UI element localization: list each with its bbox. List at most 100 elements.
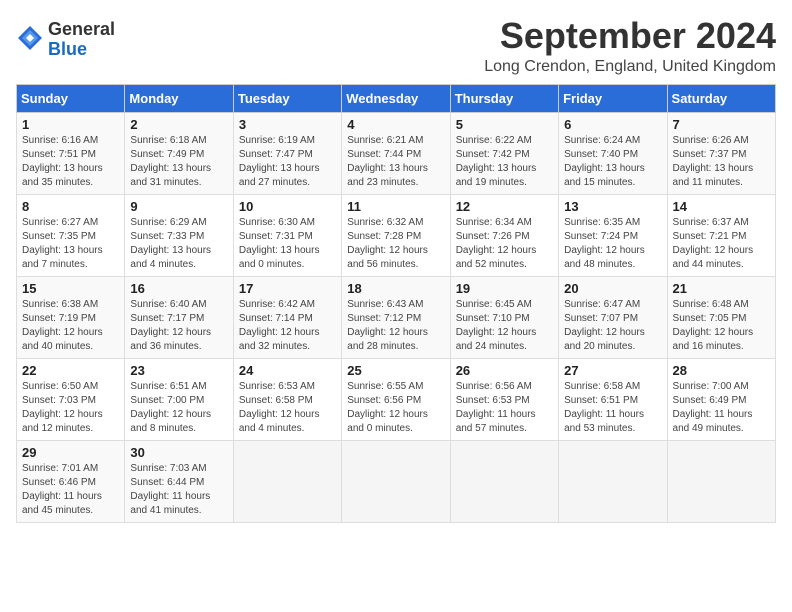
day-info: Sunrise: 6:55 AM Sunset: 6:56 PM Dayligh… bbox=[347, 380, 444, 436]
day-number: 3 bbox=[239, 117, 336, 132]
calendar-cell: 30 Sunrise: 7:03 AM Sunset: 6:44 PM Dayli… bbox=[125, 440, 233, 522]
day-number: 7 bbox=[673, 117, 770, 132]
calendar-cell: 13 Sunrise: 6:35 AM Sunset: 7:24 PM Dayli… bbox=[559, 194, 667, 276]
logo-text: General Blue bbox=[48, 20, 115, 60]
day-header-thursday: Thursday bbox=[450, 84, 558, 112]
calendar-cell: 1 Sunrise: 6:16 AM Sunset: 7:51 PM Daylig… bbox=[17, 112, 125, 194]
day-number: 8 bbox=[22, 199, 119, 214]
logo: General Blue bbox=[16, 20, 115, 60]
calendar-cell: 17Sunrise: 6:42 AM Sunset: 7:14 PM Dayli… bbox=[233, 276, 341, 358]
day-number: 25 bbox=[347, 363, 444, 378]
day-info: Sunrise: 6:30 AM Sunset: 7:31 PM Dayligh… bbox=[239, 216, 336, 272]
calendar-cell bbox=[342, 440, 450, 522]
day-info: Sunrise: 6:40 AM Sunset: 7:17 PM Dayligh… bbox=[130, 298, 227, 354]
location: Long Crendon, England, United Kingdom bbox=[484, 58, 776, 76]
day-header-friday: Friday bbox=[559, 84, 667, 112]
day-number: 29 bbox=[22, 445, 119, 460]
calendar-week-2: 15 Sunrise: 6:38 AM Sunset: 7:19 PM Dayli… bbox=[17, 276, 776, 358]
day-info: Sunrise: 6:29 AM Sunset: 7:33 PM Dayligh… bbox=[130, 216, 227, 272]
calendar-cell: 3 Sunrise: 6:19 AM Sunset: 7:47 PM Daylig… bbox=[233, 112, 341, 194]
day-number: 16 bbox=[130, 281, 227, 296]
calendar-header-row: SundayMondayTuesdayWednesdayThursdayFrid… bbox=[17, 84, 776, 112]
day-number: 11 bbox=[347, 199, 444, 214]
calendar-cell bbox=[559, 440, 667, 522]
day-info: Sunrise: 6:42 AM Sunset: 7:14 PM Dayligh… bbox=[239, 298, 336, 354]
calendar-cell: 14 Sunrise: 6:37 AM Sunset: 7:21 PM Dayli… bbox=[667, 194, 775, 276]
day-info: Sunrise: 6:56 AM Sunset: 6:53 PM Dayligh… bbox=[456, 380, 553, 436]
calendar-body: 1 Sunrise: 6:16 AM Sunset: 7:51 PM Daylig… bbox=[17, 112, 776, 522]
calendar-cell: 4 Sunrise: 6:21 AM Sunset: 7:44 PM Daylig… bbox=[342, 112, 450, 194]
day-info: Sunrise: 6:58 AM Sunset: 6:51 PM Dayligh… bbox=[564, 380, 661, 436]
day-info: Sunrise: 6:27 AM Sunset: 7:35 PM Dayligh… bbox=[22, 216, 119, 272]
calendar-table: SundayMondayTuesdayWednesdayThursdayFrid… bbox=[16, 84, 776, 523]
calendar-cell: 7Sunrise: 6:26 AM Sunset: 7:37 PM Daylig… bbox=[667, 112, 775, 194]
day-info: Sunrise: 6:53 AM Sunset: 6:58 PM Dayligh… bbox=[239, 380, 336, 436]
calendar-cell: 29Sunrise: 7:01 AM Sunset: 6:46 PM Dayli… bbox=[17, 440, 125, 522]
day-header-saturday: Saturday bbox=[667, 84, 775, 112]
day-number: 18 bbox=[347, 281, 444, 296]
calendar-week-1: 8 Sunrise: 6:27 AM Sunset: 7:35 PM Daylig… bbox=[17, 194, 776, 276]
calendar-cell bbox=[233, 440, 341, 522]
calendar-cell: 18Sunrise: 6:43 AM Sunset: 7:12 PM Dayli… bbox=[342, 276, 450, 358]
day-number: 12 bbox=[456, 199, 553, 214]
day-header-wednesday: Wednesday bbox=[342, 84, 450, 112]
day-info: Sunrise: 6:19 AM Sunset: 7:47 PM Dayligh… bbox=[239, 134, 336, 190]
day-info: Sunrise: 6:50 AM Sunset: 7:03 PM Dayligh… bbox=[22, 380, 119, 436]
day-number: 15 bbox=[22, 281, 119, 296]
day-number: 5 bbox=[456, 117, 553, 132]
title-block: September 2024 Long Crendon, England, Un… bbox=[484, 16, 776, 76]
calendar-cell: 28 Sunrise: 7:00 AM Sunset: 6:49 PM Dayli… bbox=[667, 358, 775, 440]
calendar-cell bbox=[667, 440, 775, 522]
day-number: 14 bbox=[673, 199, 770, 214]
day-number: 6 bbox=[564, 117, 661, 132]
day-info: Sunrise: 6:18 AM Sunset: 7:49 PM Dayligh… bbox=[130, 134, 227, 190]
calendar-week-0: 1 Sunrise: 6:16 AM Sunset: 7:51 PM Daylig… bbox=[17, 112, 776, 194]
calendar-cell: 25 Sunrise: 6:55 AM Sunset: 6:56 PM Dayli… bbox=[342, 358, 450, 440]
calendar-cell: 26 Sunrise: 6:56 AM Sunset: 6:53 PM Dayli… bbox=[450, 358, 558, 440]
day-info: Sunrise: 6:51 AM Sunset: 7:00 PM Dayligh… bbox=[130, 380, 227, 436]
day-number: 10 bbox=[239, 199, 336, 214]
day-info: Sunrise: 6:45 AM Sunset: 7:10 PM Dayligh… bbox=[456, 298, 553, 354]
calendar-cell: 10 Sunrise: 6:30 AM Sunset: 7:31 PM Dayli… bbox=[233, 194, 341, 276]
calendar-week-3: 22Sunrise: 6:50 AM Sunset: 7:03 PM Dayli… bbox=[17, 358, 776, 440]
day-info: Sunrise: 6:16 AM Sunset: 7:51 PM Dayligh… bbox=[22, 134, 119, 190]
calendar-cell: 6 Sunrise: 6:24 AM Sunset: 7:40 PM Daylig… bbox=[559, 112, 667, 194]
day-number: 1 bbox=[22, 117, 119, 132]
page-header: General Blue September 2024 Long Crendon… bbox=[16, 16, 776, 76]
day-number: 27 bbox=[564, 363, 661, 378]
day-info: Sunrise: 6:21 AM Sunset: 7:44 PM Dayligh… bbox=[347, 134, 444, 190]
calendar-cell: 5Sunrise: 6:22 AM Sunset: 7:42 PM Daylig… bbox=[450, 112, 558, 194]
day-info: Sunrise: 6:24 AM Sunset: 7:40 PM Dayligh… bbox=[564, 134, 661, 190]
day-info: Sunrise: 6:34 AM Sunset: 7:26 PM Dayligh… bbox=[456, 216, 553, 272]
day-info: Sunrise: 6:47 AM Sunset: 7:07 PM Dayligh… bbox=[564, 298, 661, 354]
day-info: Sunrise: 6:32 AM Sunset: 7:28 PM Dayligh… bbox=[347, 216, 444, 272]
day-number: 28 bbox=[673, 363, 770, 378]
calendar-cell: 9 Sunrise: 6:29 AM Sunset: 7:33 PM Daylig… bbox=[125, 194, 233, 276]
day-number: 2 bbox=[130, 117, 227, 132]
day-number: 9 bbox=[130, 199, 227, 214]
day-info: Sunrise: 6:48 AM Sunset: 7:05 PM Dayligh… bbox=[673, 298, 770, 354]
day-number: 26 bbox=[456, 363, 553, 378]
calendar-cell: 20 Sunrise: 6:47 AM Sunset: 7:07 PM Dayli… bbox=[559, 276, 667, 358]
logo-general: General bbox=[48, 20, 115, 40]
calendar-cell: 2 Sunrise: 6:18 AM Sunset: 7:49 PM Daylig… bbox=[125, 112, 233, 194]
calendar-week-4: 29Sunrise: 7:01 AM Sunset: 6:46 PM Dayli… bbox=[17, 440, 776, 522]
day-info: Sunrise: 7:03 AM Sunset: 6:44 PM Dayligh… bbox=[130, 462, 227, 518]
day-info: Sunrise: 7:00 AM Sunset: 6:49 PM Dayligh… bbox=[673, 380, 770, 436]
day-info: Sunrise: 6:38 AM Sunset: 7:19 PM Dayligh… bbox=[22, 298, 119, 354]
calendar-cell: 21Sunrise: 6:48 AM Sunset: 7:05 PM Dayli… bbox=[667, 276, 775, 358]
day-info: Sunrise: 6:37 AM Sunset: 7:21 PM Dayligh… bbox=[673, 216, 770, 272]
calendar-cell: 8 Sunrise: 6:27 AM Sunset: 7:35 PM Daylig… bbox=[17, 194, 125, 276]
calendar-cell: 16 Sunrise: 6:40 AM Sunset: 7:17 PM Dayli… bbox=[125, 276, 233, 358]
day-header-sunday: Sunday bbox=[17, 84, 125, 112]
calendar-cell: 23Sunrise: 6:51 AM Sunset: 7:00 PM Dayli… bbox=[125, 358, 233, 440]
day-number: 20 bbox=[564, 281, 661, 296]
calendar-cell: 27 Sunrise: 6:58 AM Sunset: 6:51 PM Dayli… bbox=[559, 358, 667, 440]
day-number: 30 bbox=[130, 445, 227, 460]
day-number: 19 bbox=[456, 281, 553, 296]
calendar-cell: 24Sunrise: 6:53 AM Sunset: 6:58 PM Dayli… bbox=[233, 358, 341, 440]
day-number: 4 bbox=[347, 117, 444, 132]
calendar-cell: 22Sunrise: 6:50 AM Sunset: 7:03 PM Dayli… bbox=[17, 358, 125, 440]
day-number: 13 bbox=[564, 199, 661, 214]
day-info: Sunrise: 6:35 AM Sunset: 7:24 PM Dayligh… bbox=[564, 216, 661, 272]
